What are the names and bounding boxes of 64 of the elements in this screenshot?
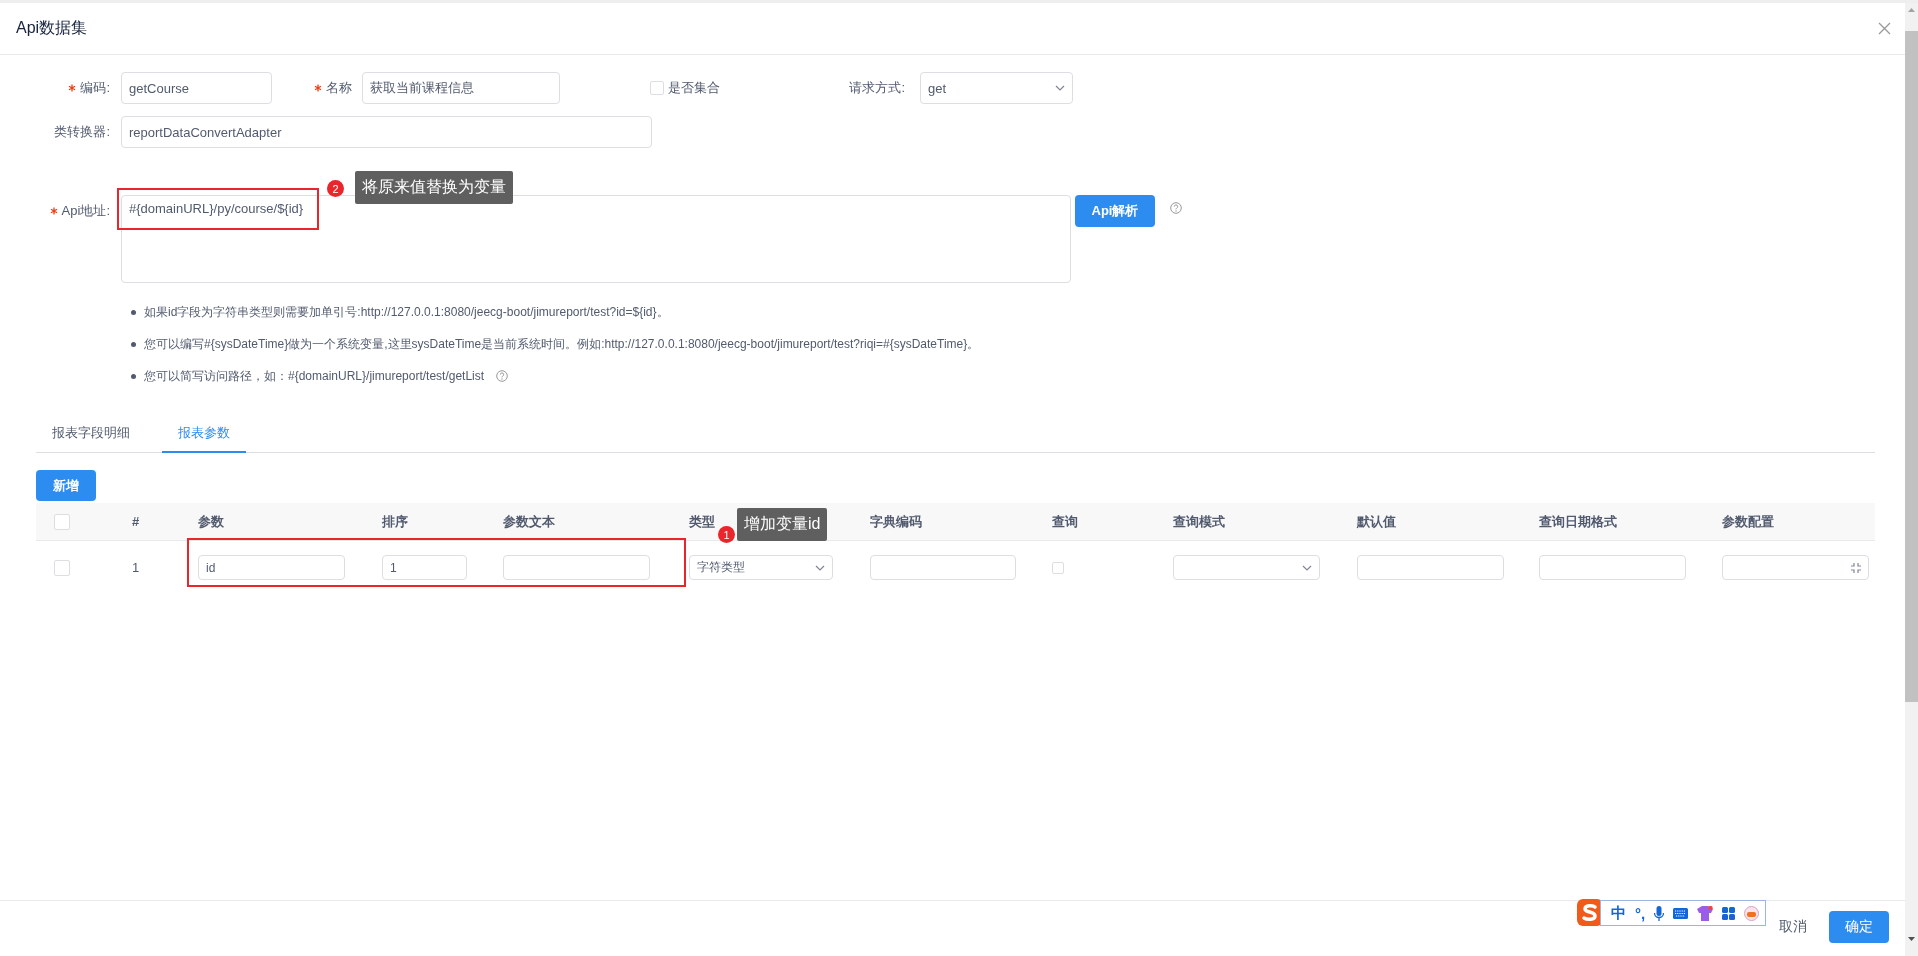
column-header: 参数配置 xyxy=(1722,512,1774,531)
select-value: 字符类型 xyxy=(697,559,745,576)
column-header: 参数 xyxy=(198,512,224,531)
column-header: # xyxy=(132,514,140,529)
dialog-title: Api数据集 xyxy=(16,18,88,38)
column-header: 类型 xyxy=(689,512,715,531)
tab[interactable]: 报表字段明细 xyxy=(36,416,146,453)
input-field[interactable]: 1 xyxy=(382,555,467,580)
column-header: 字典编码 xyxy=(870,512,922,531)
note-text: 您可以简写访问路径，如：#{domainURL}/jimureport/test/getList xyxy=(144,367,485,385)
method-select[interactable]: get xyxy=(920,72,1073,104)
input-field[interactable] xyxy=(870,555,1016,580)
checkbox[interactable] xyxy=(650,81,664,95)
help-icon xyxy=(1170,202,1182,214)
column-header: 查询 xyxy=(1052,512,1078,531)
type-select[interactable]: 字符类型 xyxy=(689,555,833,580)
bullet-icon xyxy=(131,309,136,315)
input-field[interactable] xyxy=(1539,555,1686,580)
keyboard-icon[interactable] xyxy=(1673,907,1689,919)
step-badge: 2 xyxy=(327,180,344,197)
field-label: 名称 xyxy=(326,79,352,97)
cancel-button[interactable]: 取消 xyxy=(1771,911,1815,943)
callout-tooltip: 增加变量id xyxy=(737,508,828,541)
note-text: 您可以编写#{sysDateTime}做为一个系统变量,这里sysDateTime是当前系统时间。例如:http://127.0.0.1:8080/jeecg-boot/jimureport/test?riqi=#{sysDateTime}。 xyxy=(144,335,980,353)
field-label: Api地址: xyxy=(61,202,110,220)
microphone-icon[interactable] xyxy=(1654,905,1665,921)
collapse-icon xyxy=(1851,562,1861,573)
callout-tooltip: 将原来值替换为变量 xyxy=(355,171,513,204)
close-icon[interactable] xyxy=(1878,22,1891,35)
input-field[interactable]: id xyxy=(198,555,345,580)
input-field[interactable] xyxy=(1357,555,1504,580)
input-field[interactable]: reportDataConvertAdapter xyxy=(121,116,652,148)
config-field[interactable] xyxy=(1722,555,1869,580)
ime-punctuation[interactable]: °, xyxy=(1635,904,1646,922)
field-label: 类转换器: xyxy=(54,123,110,141)
bullet-icon xyxy=(131,341,136,347)
chevron-down-icon xyxy=(1302,564,1312,571)
chevron-down-icon xyxy=(815,564,825,571)
checkbox-label: 是否集合 xyxy=(668,79,720,97)
shirt-icon[interactable] xyxy=(1697,905,1714,921)
column-header: 查询模式 xyxy=(1173,512,1225,531)
column-header: 查询日期格式 xyxy=(1539,512,1617,531)
chevron-down-icon xyxy=(1055,85,1065,91)
column-header: 默认值 xyxy=(1357,512,1396,531)
row-checkbox[interactable] xyxy=(54,559,70,576)
field-label: 请求方式: xyxy=(849,79,905,97)
column-header: 参数文本 xyxy=(503,512,555,531)
tab[interactable]: 报表参数 xyxy=(162,416,246,453)
row-number: 1 xyxy=(132,560,140,575)
select-all-checkbox[interactable] xyxy=(54,513,70,530)
bullet-icon xyxy=(131,373,136,379)
input-field[interactable]: 获取当前课程信息 xyxy=(362,72,560,104)
select-value: get xyxy=(928,80,947,96)
column-header: 排序 xyxy=(382,512,408,531)
ime-mode[interactable]: 中 xyxy=(1611,903,1626,923)
grid-icon[interactable] xyxy=(1722,906,1736,920)
scrollbar-thumb[interactable] xyxy=(1905,31,1918,702)
mode-select[interactable] xyxy=(1173,555,1320,580)
query-checkbox[interactable] xyxy=(1052,561,1064,574)
input-field[interactable] xyxy=(503,555,650,580)
api-url-field[interactable]: #{domainURL}/py/course/${id} xyxy=(121,195,1071,283)
field-label: 编码: xyxy=(80,79,110,97)
input-field[interactable]: getCourse xyxy=(121,72,272,104)
note-text: 如果id字段为字符串类型则需要加单引号:http://127.0.0.1:8080/jeecg-boot/jimureport/test?id=${id}。 xyxy=(144,303,669,321)
